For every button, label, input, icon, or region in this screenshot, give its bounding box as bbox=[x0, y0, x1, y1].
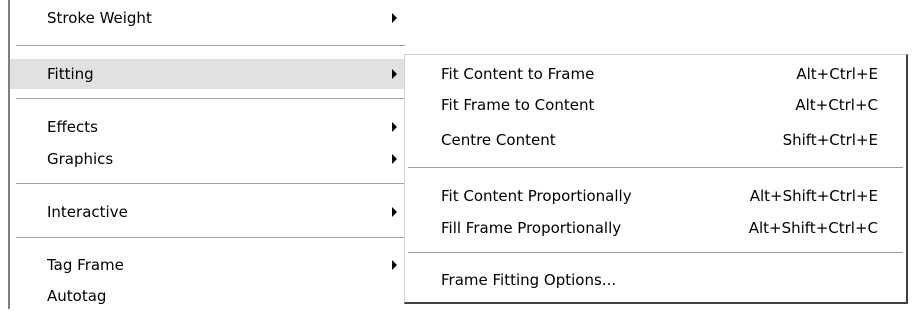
menu-item-label: Graphics bbox=[47, 150, 114, 168]
submenu-item-fit-frame-to-content[interactable]: Fit Frame to Content Alt+Ctrl+C bbox=[405, 90, 906, 120]
menu-item-stroke-weight[interactable]: Stroke Weight bbox=[10, 3, 409, 33]
submenu-item-fit-content-to-frame[interactable]: Fit Content to Frame Alt+Ctrl+E bbox=[405, 59, 906, 89]
keyboard-shortcut: Alt+Ctrl+C bbox=[795, 96, 878, 114]
menu-item-graphics[interactable]: Graphics bbox=[10, 144, 409, 174]
menu-item-label: Tag Frame bbox=[47, 256, 124, 274]
menu-item-label: Fitting bbox=[47, 65, 94, 83]
menu-separator bbox=[16, 183, 405, 185]
keyboard-shortcut: Alt+Shift+Ctrl+C bbox=[748, 219, 878, 237]
submenu-arrow-icon bbox=[392, 122, 397, 132]
menu-item-fitting[interactable]: Fitting bbox=[10, 59, 409, 89]
menu-item-label: Autotag bbox=[47, 287, 107, 305]
submenu-item-label: Fit Content Proportionally bbox=[441, 187, 632, 205]
menu-item-interactive[interactable]: Interactive bbox=[10, 197, 409, 227]
submenu-item-centre-content[interactable]: Centre Content Shift+Ctrl+E bbox=[405, 125, 906, 155]
menu-separator bbox=[16, 237, 405, 239]
keyboard-shortcut: Alt+Shift+Ctrl+E bbox=[749, 187, 878, 205]
menu-item-label: Effects bbox=[47, 118, 98, 136]
menu-item-tag-frame[interactable]: Tag Frame bbox=[10, 250, 409, 280]
submenu-separator bbox=[408, 167, 903, 169]
fitting-submenu: Fit Content to Frame Alt+Ctrl+E Fit Fram… bbox=[404, 54, 908, 304]
submenu-item-fill-frame-proportionally[interactable]: Fill Frame Proportionally Alt+Shift+Ctrl… bbox=[405, 213, 906, 243]
submenu-item-label: Fit Frame to Content bbox=[441, 96, 595, 114]
menu-separator bbox=[16, 45, 405, 47]
menu-item-label: Interactive bbox=[47, 203, 128, 221]
menu-separator bbox=[16, 98, 405, 100]
context-menu: Stroke Weight Fitting Effects Graphics I… bbox=[10, 0, 409, 309]
menu-item-autotag[interactable]: Autotag bbox=[10, 281, 409, 311]
keyboard-shortcut: Shift+Ctrl+E bbox=[782, 131, 878, 149]
menu-item-effects[interactable]: Effects bbox=[10, 112, 409, 142]
submenu-arrow-icon bbox=[392, 69, 397, 79]
submenu-arrow-icon bbox=[392, 154, 397, 164]
submenu-item-label: Frame Fitting Options... bbox=[441, 271, 617, 289]
submenu-item-label: Fill Frame Proportionally bbox=[441, 219, 622, 237]
menu-item-label: Stroke Weight bbox=[47, 9, 152, 27]
submenu-item-fit-content-proportionally[interactable]: Fit Content Proportionally Alt+Shift+Ctr… bbox=[405, 181, 906, 211]
submenu-arrow-icon bbox=[392, 260, 397, 270]
submenu-arrow-icon bbox=[392, 207, 397, 217]
submenu-item-label: Fit Content to Frame bbox=[441, 65, 595, 83]
submenu-arrow-icon bbox=[392, 13, 397, 23]
keyboard-shortcut: Alt+Ctrl+E bbox=[796, 65, 878, 83]
submenu-separator bbox=[408, 252, 903, 254]
submenu-item-label: Centre Content bbox=[441, 131, 556, 149]
submenu-item-frame-fitting-options[interactable]: Frame Fitting Options... bbox=[405, 265, 906, 295]
